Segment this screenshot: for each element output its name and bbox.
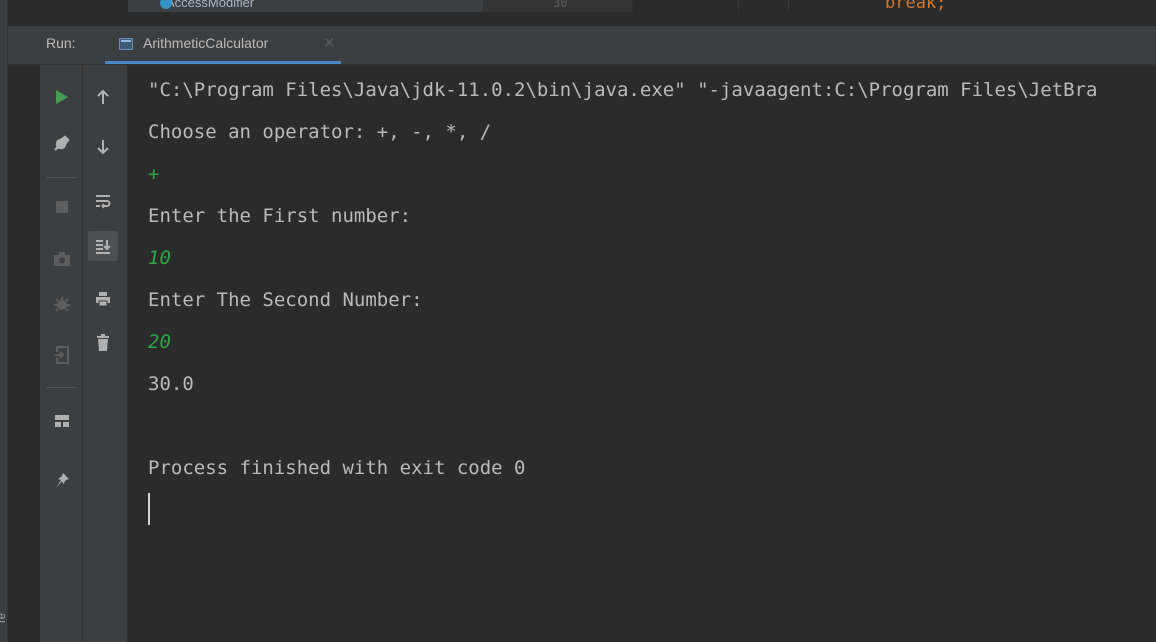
arrow-up-icon[interactable] (89, 83, 117, 111)
project-tree-item-label: AccessModifier (166, 0, 255, 10)
run-toolbar-primary (40, 65, 83, 642)
console-line: Enter the First number: (148, 205, 412, 227)
stop-icon (48, 193, 76, 221)
print-icon[interactable] (89, 285, 117, 313)
run-toolbar-secondary (83, 65, 128, 642)
pin-icon[interactable] (48, 467, 76, 495)
console-line: Choose an operator: +, -, *, / (148, 121, 492, 143)
console-input-line: 20 (148, 331, 171, 353)
code-keyword: break; (885, 0, 947, 13)
exit-icon (48, 341, 76, 369)
toolbar-separator (46, 177, 76, 178)
arrow-down-icon[interactable] (89, 133, 117, 161)
tab-arithmetic-calculator[interactable]: ArithmeticCalculator × (105, 26, 349, 64)
side-tool-label[interactable]: re (0, 613, 8, 623)
console-tab-icon (119, 38, 133, 50)
toolbar-separator (46, 387, 76, 388)
line-number: 30 (553, 0, 568, 10)
console-output[interactable]: "C:\Program Files\Java\jdk-11.0.2\bin\ja… (128, 65, 1156, 642)
console-line: 30.0 (148, 373, 194, 395)
console-input-line: 10 (148, 247, 171, 269)
soft-wrap-icon[interactable] (89, 187, 117, 215)
close-icon[interactable]: × (323, 33, 336, 51)
active-tab-indicator (105, 61, 341, 64)
ide-window: AccessModifier 30 break; re Run: Arithme… (0, 0, 1156, 642)
run-icon[interactable] (48, 83, 76, 111)
console-line: Enter The Second Number: (148, 289, 423, 311)
tab-title: ArithmeticCalculator (143, 35, 269, 51)
debug-icon (48, 291, 76, 319)
wrench-icon[interactable] (48, 129, 76, 157)
scroll-to-end-icon[interactable] (88, 231, 118, 261)
camera-icon (48, 245, 76, 273)
process-finished-line: Process finished with exit code 0 (148, 457, 526, 479)
trash-icon[interactable] (89, 329, 117, 357)
run-panel-header: Run: ArithmeticCalculator × (8, 26, 1156, 65)
console-input-line: + (148, 163, 160, 185)
left-tool-strip: re (0, 0, 8, 642)
project-tree-item[interactable]: AccessModifier (128, 0, 483, 12)
editor-gutter: 30 (483, 0, 633, 12)
layout-icon[interactable] (48, 407, 76, 435)
text-caret (148, 493, 150, 525)
editor-strip: AccessModifier 30 break; (0, 0, 1156, 14)
run-label: Run: (46, 35, 76, 51)
console-line: "C:\Program Files\Java\jdk-11.0.2\bin\ja… (148, 79, 1098, 101)
